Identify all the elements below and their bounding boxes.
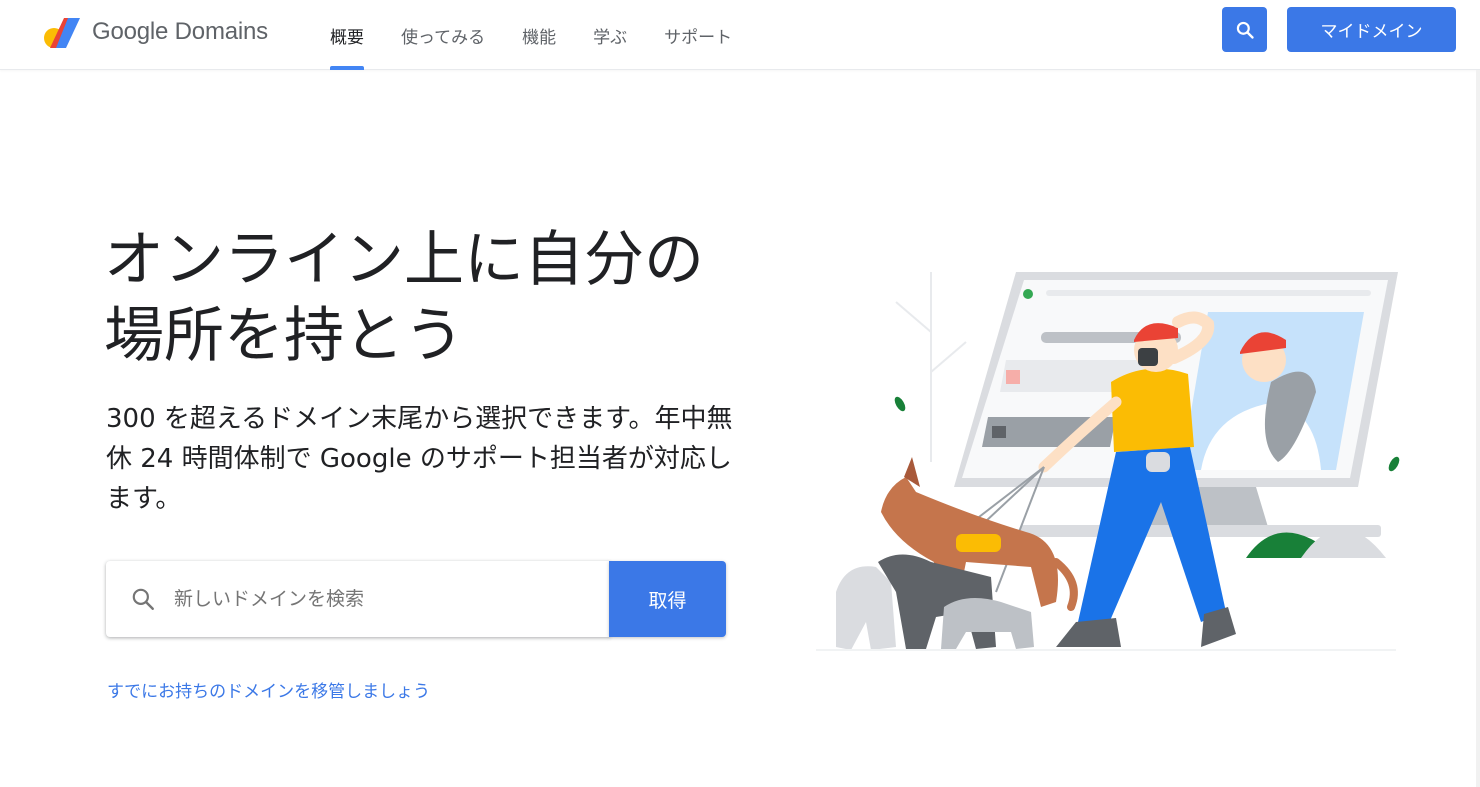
search-icon	[132, 588, 154, 610]
top-header: Google Domains 概要 使ってみる 機能 学ぶ サポート マイドメイ…	[0, 0, 1480, 70]
google-domains-logo[interactable]: Google Domains	[42, 12, 268, 52]
hero-illustration	[816, 272, 1400, 651]
nav-item-support[interactable]: サポート	[664, 0, 732, 70]
domain-search-input[interactable]	[174, 588, 574, 610]
tree-sketch	[895, 272, 967, 462]
google-domains-logo-icon	[44, 18, 80, 48]
page-scrollbar[interactable]	[1476, 70, 1480, 787]
domain-search-box	[106, 561, 610, 637]
header-search-button[interactable]	[1222, 7, 1267, 52]
hero-title: オンライン上に自分の 場所を持とう	[104, 222, 784, 374]
hero-subtitle: 300 を超えるドメイン末尾から選択できます。年中無休 24 時間体制で Goo…	[106, 404, 733, 514]
transfer-domain-link[interactable]: すでにお持ちのドメインを移管しましょう	[107, 677, 430, 702]
brand-name: Google Domains	[92, 18, 268, 45]
hero-title-line1: オンライン上に自分の	[104, 225, 704, 295]
nav-item-learn[interactable]: 学ぶ	[593, 0, 627, 70]
search-icon	[1236, 21, 1254, 39]
my-domains-button[interactable]: マイドメイン	[1287, 7, 1456, 52]
nav-item-features[interactable]: 機能	[522, 0, 556, 70]
main-nav: 概要 使ってみる 機能 学ぶ サポート	[330, 0, 769, 70]
hero-title-line2: 場所を持とう	[104, 301, 464, 371]
nav-item-get-started[interactable]: 使ってみる	[401, 0, 485, 70]
get-domain-button[interactable]: 取得	[609, 561, 726, 637]
nav-item-overview[interactable]: 概要	[330, 0, 364, 70]
